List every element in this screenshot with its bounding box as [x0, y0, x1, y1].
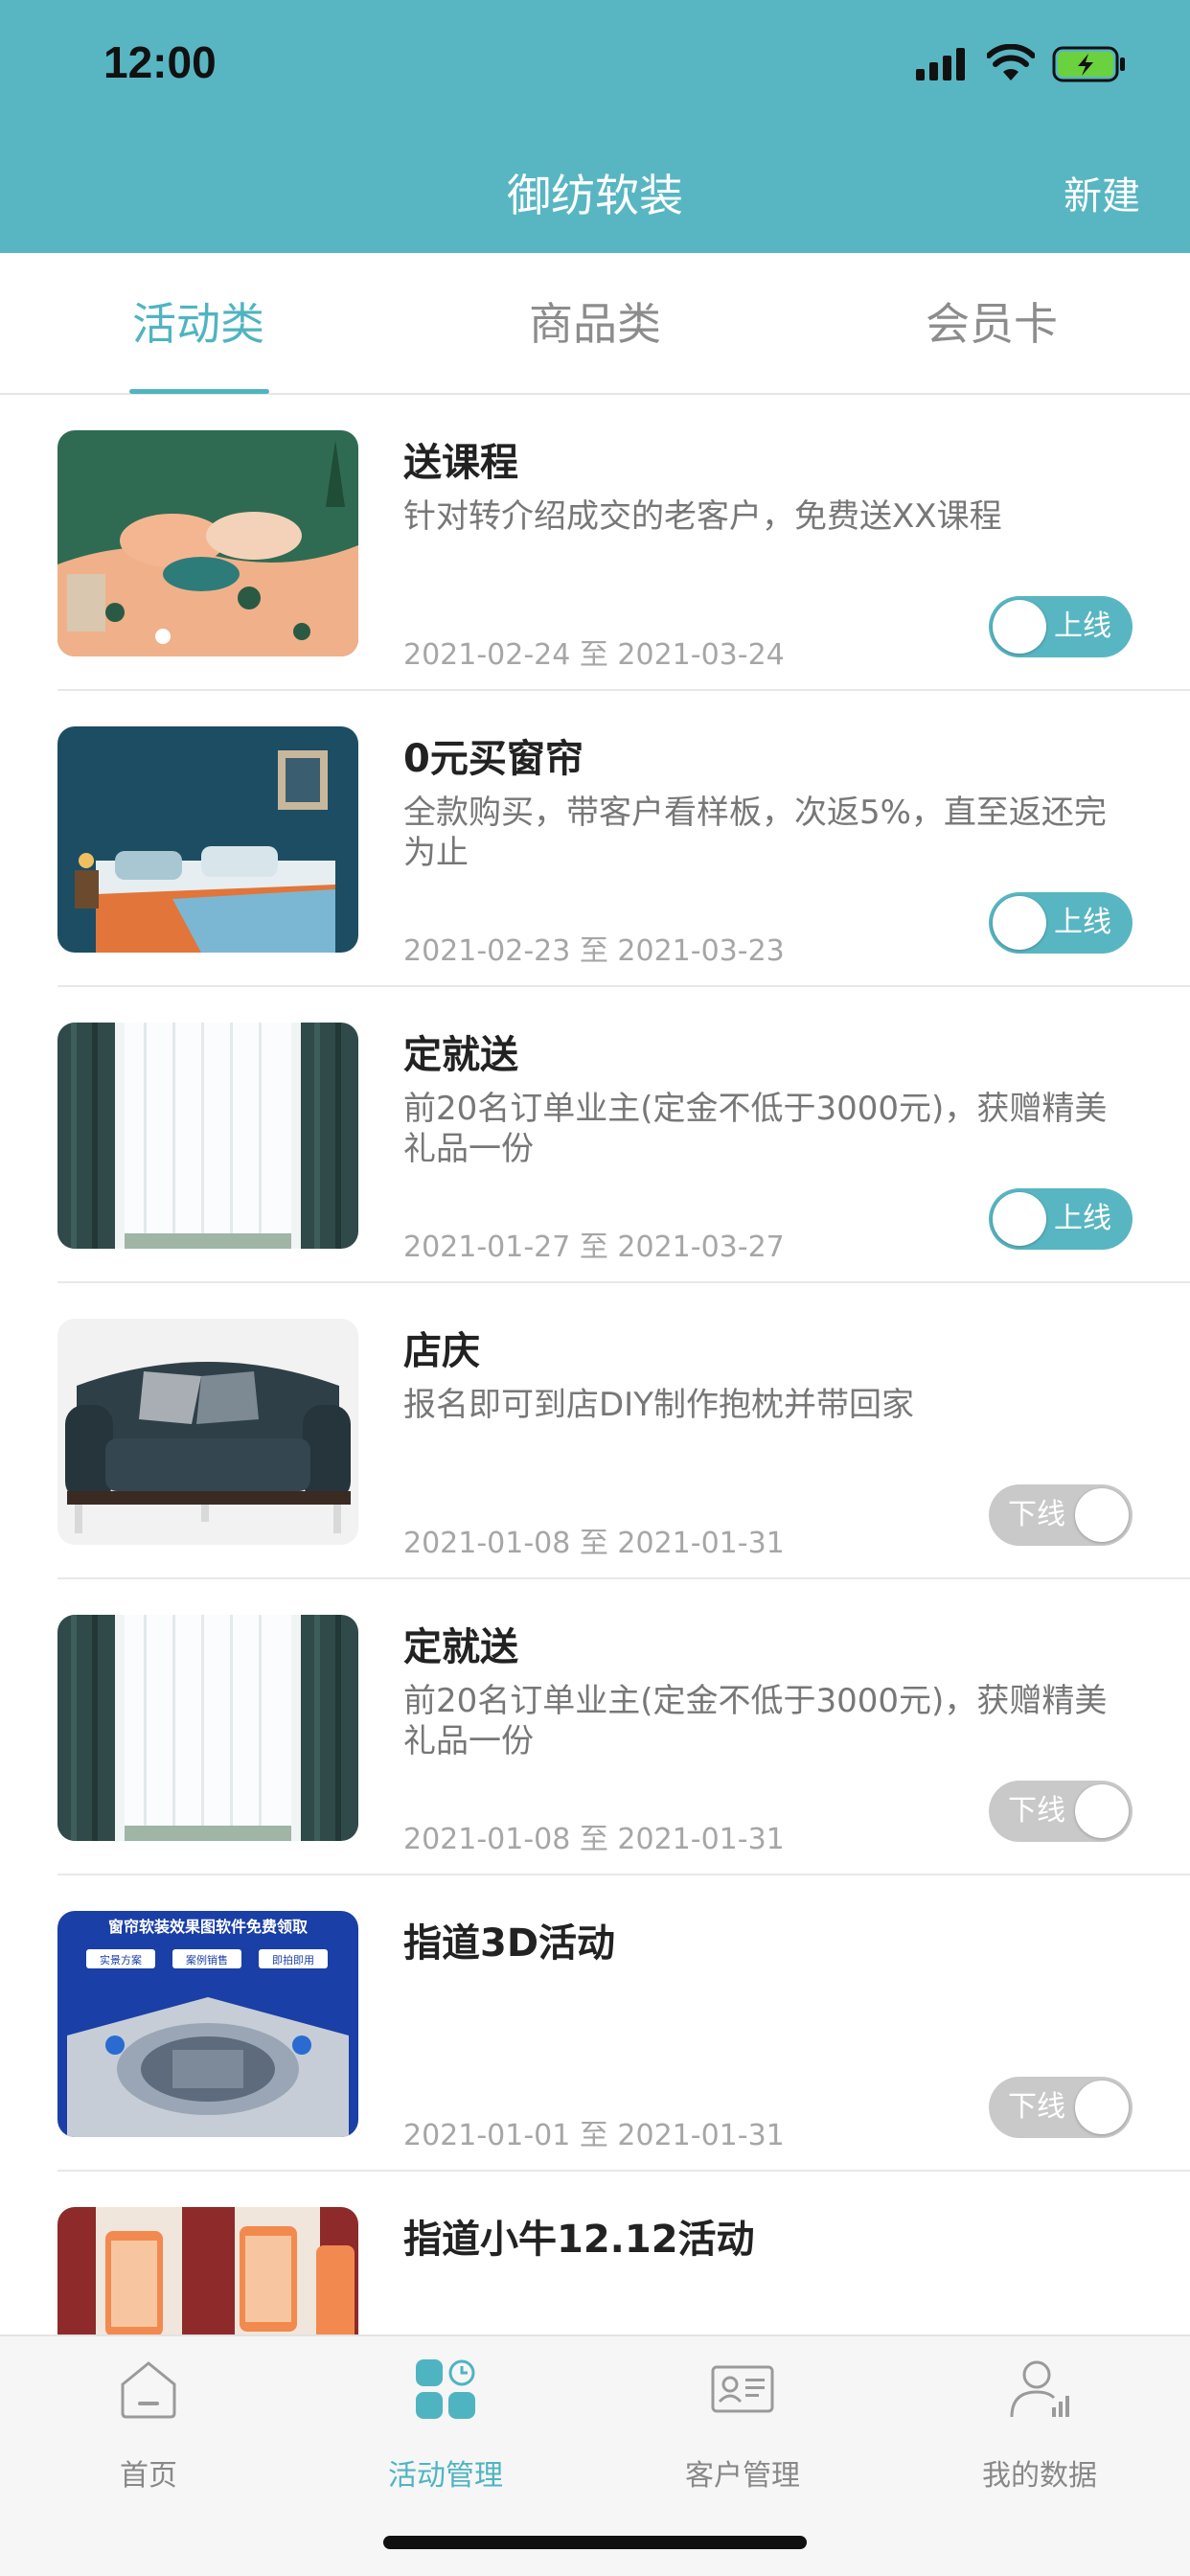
item-description: 前20名订单业主(定金不低于3000元)，获赠精美礼品一份 [403, 1682, 1108, 1760]
list-item[interactable]: 店庆 报名即可到店DIY制作抱枕并带回家 2021-01-08 至 2021-0… [0, 1283, 1190, 1579]
sofa-image [57, 1319, 358, 1545]
item-title: 定就送 [403, 1033, 518, 1077]
status-bar: 12:00 [0, 0, 1190, 126]
tab-products[interactable]: 商品类 [397, 253, 793, 395]
list-item[interactable]: 指道小牛12.12活动 [0, 2172, 1190, 2334]
header: 12:00 御纺软装 新建 [0, 0, 1190, 253]
item-thumbnail [57, 2207, 358, 2334]
list-item[interactable]: 送课程 针对转介绍成交的老客户，免费送XX课程 2021-02-24 至 202… [0, 395, 1190, 691]
home-indicator [383, 2536, 807, 2549]
status-toggle[interactable]: 上线 [989, 596, 1133, 657]
toggle-knob [993, 600, 1046, 654]
status-toggle[interactable]: 下线 [989, 1781, 1133, 1842]
item-title: 0元买窗帘 [403, 737, 584, 781]
list-item[interactable]: 0元买窗帘 全款购买，带客户看样板，次返5%，直至返还完为止 2021-02-2… [0, 691, 1190, 987]
toggle-knob [1075, 1784, 1129, 1838]
toggle-label: 下线 [1008, 2090, 1065, 2124]
list-item[interactable]: 定就送 前20名订单业主(定金不低于3000元)，获赠精美礼品一份 2021-0… [0, 1579, 1190, 1875]
tabbar-label: 客户管理 [685, 2459, 800, 2493]
software-promo-image: 窗帘软装效果图软件免费领取 实景方案 案例销售 即拍即用 [57, 1911, 358, 2137]
status-time: 12:00 [103, 37, 217, 87]
list-item[interactable]: 窗帘软装效果图软件免费领取 实景方案 案例销售 即拍即用 指道3D活动 2021… [0, 1875, 1190, 2172]
item-thumbnail: 窗帘软装效果图软件免费领取 实景方案 案例销售 即拍即用 [57, 1911, 358, 2137]
item-thumbnail [57, 1319, 358, 1545]
list-item[interactable]: 定就送 前20名订单业主(定金不低于3000元)，获赠精美礼品一份 2021-0… [0, 987, 1190, 1283]
wifi-icon [987, 44, 1035, 80]
app-screen: 12:00 御纺软装 新建 活动类 商品类 会员卡 送课程 针对转介绍成交的老客… [0, 0, 1190, 2576]
status-toggle[interactable]: 上线 [989, 1188, 1133, 1250]
item-title: 指道3D活动 [403, 1921, 616, 1966]
toggle-label: 下线 [1008, 1498, 1065, 1531]
tab-activity[interactable]: 活动类 [0, 253, 397, 395]
customer-card-icon [711, 2365, 774, 2413]
category-tabs: 活动类 商品类 会员卡 [0, 253, 1190, 395]
tabbar-customer-management[interactable]: 客户管理 [594, 2336, 891, 2509]
item-title: 定就送 [403, 1625, 518, 1669]
status-toggle[interactable]: 上线 [989, 892, 1133, 954]
status-toggle[interactable]: 下线 [989, 2077, 1133, 2138]
item-thumbnail [57, 1023, 358, 1249]
cellular-signal-icon [916, 48, 965, 80]
tab-membership-card[interactable]: 会员卡 [793, 253, 1190, 395]
tabbar-home[interactable]: 首页 [0, 2336, 297, 2509]
activity-list: 送课程 针对转介绍成交的老客户，免费送XX课程 2021-02-24 至 202… [0, 395, 1190, 2334]
phones-promo-image [57, 2207, 358, 2334]
toggle-label: 上线 [1054, 610, 1111, 643]
item-title: 送课程 [403, 441, 518, 485]
item-description: 报名即可到店DIY制作抱枕并带回家 [403, 1386, 914, 1424]
tabbar-label: 首页 [120, 2459, 177, 2493]
item-date-range: 2021-01-08 至 2021-01-31 [403, 1527, 785, 1560]
bedroom-image [57, 726, 358, 953]
item-date-range: 2021-02-24 至 2021-03-24 [403, 638, 785, 672]
item-date-range: 2021-01-08 至 2021-01-31 [403, 1823, 785, 1856]
status-toggle[interactable]: 下线 [989, 1484, 1133, 1546]
item-thumbnail [57, 430, 358, 656]
item-description: 全款购买，带客户看样板，次返5%，直至返还完为止 [403, 794, 1107, 872]
toggle-knob [1075, 2081, 1129, 2134]
promo-tag: 案例销售 [186, 1953, 228, 1966]
bedding-image [57, 430, 358, 656]
home-icon [121, 2361, 176, 2419]
tabbar-activity-management[interactable]: 活动管理 [297, 2336, 594, 2509]
toggle-label: 下线 [1008, 1794, 1065, 1828]
item-title: 店庆 [403, 1329, 480, 1373]
promo-tag: 实景方案 [100, 1953, 142, 1966]
tabbar-label: 活动管理 [388, 2459, 503, 2493]
toggle-knob [1075, 1488, 1129, 1542]
item-date-range: 2021-01-01 至 2021-01-31 [403, 2119, 785, 2152]
curtain-image [57, 1615, 358, 1841]
toggle-label: 上线 [1054, 906, 1111, 939]
promo-tag: 即拍即用 [272, 1953, 314, 1966]
toggle-label: 上线 [1054, 1202, 1111, 1235]
item-date-range: 2021-01-27 至 2021-03-27 [403, 1230, 785, 1264]
item-date-range: 2021-02-23 至 2021-03-23 [403, 934, 785, 968]
battery-icon [1052, 46, 1125, 82]
user-data-icon [1010, 2360, 1069, 2418]
activity-grid-icon [416, 2359, 475, 2419]
item-description: 前20名订单业主(定金不低于3000元)，获赠精美礼品一份 [403, 1090, 1108, 1168]
item-thumbnail [57, 726, 358, 953]
item-description: 针对转介绍成交的老客户，免费送XX课程 [403, 497, 1002, 536]
new-button[interactable]: 新建 [1064, 165, 1140, 220]
curtain-image [57, 1023, 358, 1249]
page-title: 御纺软装 [507, 170, 683, 221]
active-tab-indicator [129, 389, 269, 394]
tabbar-my-data[interactable]: 我的数据 [891, 2336, 1188, 2509]
tabbar-label: 我的数据 [982, 2459, 1097, 2493]
item-title: 指道小牛12.12活动 [403, 2218, 755, 2262]
toggle-knob [993, 1192, 1046, 1246]
toggle-knob [993, 896, 1046, 950]
item-thumbnail [57, 1615, 358, 1841]
promo-headline: 窗帘软装效果图软件免费领取 [108, 1918, 308, 1936]
